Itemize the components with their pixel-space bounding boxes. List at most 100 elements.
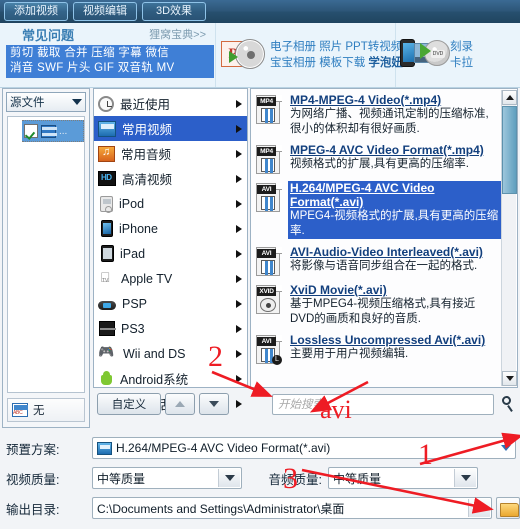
- sidebar-item-ipod[interactable]: iPod: [94, 191, 247, 216]
- lossless-badge-icon: L: [272, 355, 282, 365]
- burn-promo-line-2[interactable]: 卡拉: [450, 55, 473, 71]
- chevron-right-icon: [236, 274, 242, 283]
- list-item[interactable]: AVI AVI-Audio-Video Interleaved(*.avi) 将…: [251, 241, 517, 279]
- ps3-icon: [99, 321, 116, 336]
- sidebar-item-label: Apple TV: [121, 271, 173, 286]
- list-item[interactable]: XVID XviD Movie(*.avi) 基于MPEG4-视频压缩格式,具有…: [251, 279, 517, 329]
- video-quality-dropdown[interactable]: 中等质量: [92, 467, 242, 489]
- tab-3d-effect[interactable]: 3D效果: [142, 2, 206, 21]
- format-description: 基于MPEG4-视频压缩格式,具有接近DVD的画质和良好的音质.: [290, 298, 476, 325]
- audio-icon: [98, 145, 115, 162]
- output-directory-dropdown[interactable]: C:\Documents and Settings\Administrator\…: [92, 497, 492, 519]
- faq-more-link[interactable]: 狸窝宝典>>: [149, 26, 214, 42]
- output-directory-value: C:\Documents and Settings\Administrator\…: [97, 501, 345, 516]
- sidebar-item-wii-ds[interactable]: Wii and DS: [94, 341, 247, 366]
- preset-row: 预置方案: H.264/MPEG-4 AVC Video Format(*.av…: [0, 433, 520, 463]
- avi-lossless-file-icon: AVI L: [256, 335, 282, 365]
- clock-icon: [98, 95, 114, 112]
- film-icon: [41, 124, 57, 138]
- chevron-right-icon: [236, 374, 242, 383]
- audio-quality-dropdown[interactable]: 中等质量: [328, 467, 478, 489]
- faq-keywords-line-2[interactable]: 消音 SWF 片头 GIF 双音轨 MV: [10, 61, 214, 76]
- list-item[interactable]: ...: [22, 120, 84, 142]
- format-title[interactable]: MP4-MPEG-4 Video(*.mp4): [290, 93, 499, 107]
- promo-strip: 常见问题 狸窝宝典>> 剪切 截取 合并 压缩 字幕 微信 消音 SWF 片头 …: [0, 23, 520, 88]
- format-description: 主要用于用户视频编辑.: [290, 348, 409, 360]
- format-description: 将影像与语音同步组合在一起的格式.: [290, 260, 478, 272]
- format-title[interactable]: XviD Movie(*.avi): [290, 283, 499, 297]
- list-item[interactable]: MP4 MPEG-4 AVC Video Format(*.mp4) 视频格式的…: [251, 139, 517, 177]
- ppt-to-video-icon: P: [220, 35, 266, 75]
- tab-video-edit-label: 视频编辑: [83, 5, 127, 17]
- chevron-down-icon[interactable]: [218, 469, 240, 487]
- search-input[interactable]: 开始搜索: [272, 393, 494, 415]
- xvid-file-icon: XVID: [256, 285, 282, 315]
- scrollbar-up-button[interactable]: [502, 90, 517, 105]
- photo-promo-line-1[interactable]: 电子相册 照片 PPT转视频: [270, 39, 403, 55]
- format-description: MPEG4-视频格式的扩展,具有更高的压缩率.: [290, 210, 499, 237]
- folder-icon[interactable]: [496, 497, 520, 519]
- sidebar-item-common-video[interactable]: 常用视频: [94, 116, 247, 141]
- sidebar-item-label: Android系统: [120, 373, 189, 387]
- tab-add-video[interactable]: 添加视频: [4, 2, 68, 21]
- list-item-selected[interactable]: AVI H.264/MPEG-4 AVC Video Format(*.avi)…: [251, 177, 517, 241]
- category-menu[interactable]: 最近使用 常用视频 常用音频 高清视频 iPod iPhone: [93, 88, 248, 412]
- photo-promo-line-2[interactable]: 宝宝相册 模板下载 学泡妞: [270, 55, 403, 71]
- format-list[interactable]: MP4 MP4-MPEG-4 Video(*.mp4) 为网络广播、视频通讯定制…: [250, 88, 518, 388]
- format-title[interactable]: MPEG-4 AVC Video Format(*.mp4): [290, 143, 499, 157]
- chevron-down-icon[interactable]: [468, 499, 490, 517]
- list-item[interactable]: MP4 MP4-MPEG-4 Video(*.mp4) 为网络广播、视频通讯定制…: [251, 89, 517, 139]
- quality-row: 视频质量: 中等质量 音频质量: 中等质量: [0, 463, 520, 493]
- psp-icon: [98, 301, 116, 310]
- gamepad-icon: [98, 344, 117, 362]
- list-item[interactable]: AVI L Lossless Uncompressed Avi(*.avi) 主要…: [251, 329, 517, 367]
- scrollbar-thumb[interactable]: [502, 106, 517, 194]
- checkbox-checked-icon[interactable]: [24, 124, 38, 138]
- top-tab-bar: 添加视频 视频编辑 3D效果: [0, 0, 520, 23]
- source-file-dropdown[interactable]: 源文件: [6, 92, 86, 112]
- sidebar-item-label: iPhone: [119, 221, 158, 236]
- burn-promo-column[interactable]: 刻录 卡拉: [396, 23, 520, 87]
- scroll-up-button[interactable]: [165, 393, 195, 415]
- sidebar-item-iphone[interactable]: iPhone: [94, 216, 247, 241]
- sidebar-item-psp[interactable]: PSP: [94, 291, 247, 316]
- search-row: 开始搜索: [272, 391, 518, 417]
- burn-promo-line-1[interactable]: 刻录: [450, 39, 473, 55]
- tab-3d-effect-label: 3D效果: [155, 5, 193, 17]
- sidebar-item-android[interactable]: Android系统: [94, 366, 247, 391]
- tab-video-edit[interactable]: 视频编辑: [73, 2, 137, 21]
- sidebar-item-ipad[interactable]: iPad: [94, 241, 247, 266]
- search-placeholder: 开始搜索: [278, 399, 324, 411]
- chevron-down-icon[interactable]: [501, 445, 511, 451]
- sidebar-item-apple-tv[interactable]: Apple TV: [94, 266, 247, 291]
- format-title[interactable]: Lossless Uncompressed Avi(*.avi): [290, 333, 499, 347]
- format-title[interactable]: H.264/MPEG-4 AVC Video Format(*.avi): [290, 181, 499, 209]
- sidebar-item-ps3[interactable]: PS3: [94, 316, 247, 341]
- format-title[interactable]: AVI-Audio-Video Interleaved(*.avi): [290, 245, 499, 259]
- category-button-row: 自定义: [93, 390, 248, 418]
- photo-promo-line-2a: 宝宝相册 模板下载: [270, 57, 369, 69]
- search-icon[interactable]: [500, 395, 516, 413]
- source-file-list[interactable]: ...: [7, 116, 85, 393]
- chevron-right-icon: [236, 99, 242, 108]
- format-list-scrollbar[interactable]: [501, 90, 517, 386]
- chevron-right-icon: [236, 224, 242, 233]
- faq-keyword-block: 剪切 截取 合并 压缩 字幕 微信 消音 SWF 片头 GIF 双音轨 MV: [6, 45, 214, 78]
- preset-dropdown[interactable]: H.264/MPEG-4 AVC Video Format(*.avi): [92, 437, 516, 459]
- sidebar-item-common-audio[interactable]: 常用音频: [94, 141, 247, 166]
- photo-promo-column[interactable]: P 电子相册 照片 PPT转视频 宝宝相册 模板下载 学泡妞: [216, 23, 403, 87]
- chevron-right-icon: [236, 174, 242, 183]
- scrollbar-down-button[interactable]: [502, 371, 517, 386]
- audio-quality-label: 音频质量:: [268, 472, 322, 487]
- appletv-icon: [98, 269, 115, 287]
- custom-button[interactable]: 自定义: [97, 393, 161, 415]
- scroll-down-button[interactable]: [199, 393, 229, 415]
- sidebar-item-hd-video[interactable]: 高清视频: [94, 166, 247, 191]
- chevron-down-icon[interactable]: [454, 469, 476, 487]
- subtitle-status-field[interactable]: 无: [7, 398, 85, 422]
- sidebar-item-label: PS3: [121, 321, 145, 336]
- faq-keywords-line-1[interactable]: 剪切 截取 合并 压缩 字幕 微信: [10, 46, 214, 61]
- sidebar-item-recent[interactable]: 最近使用: [94, 91, 247, 116]
- triangle-down-icon: [209, 401, 219, 407]
- android-icon: [100, 370, 114, 387]
